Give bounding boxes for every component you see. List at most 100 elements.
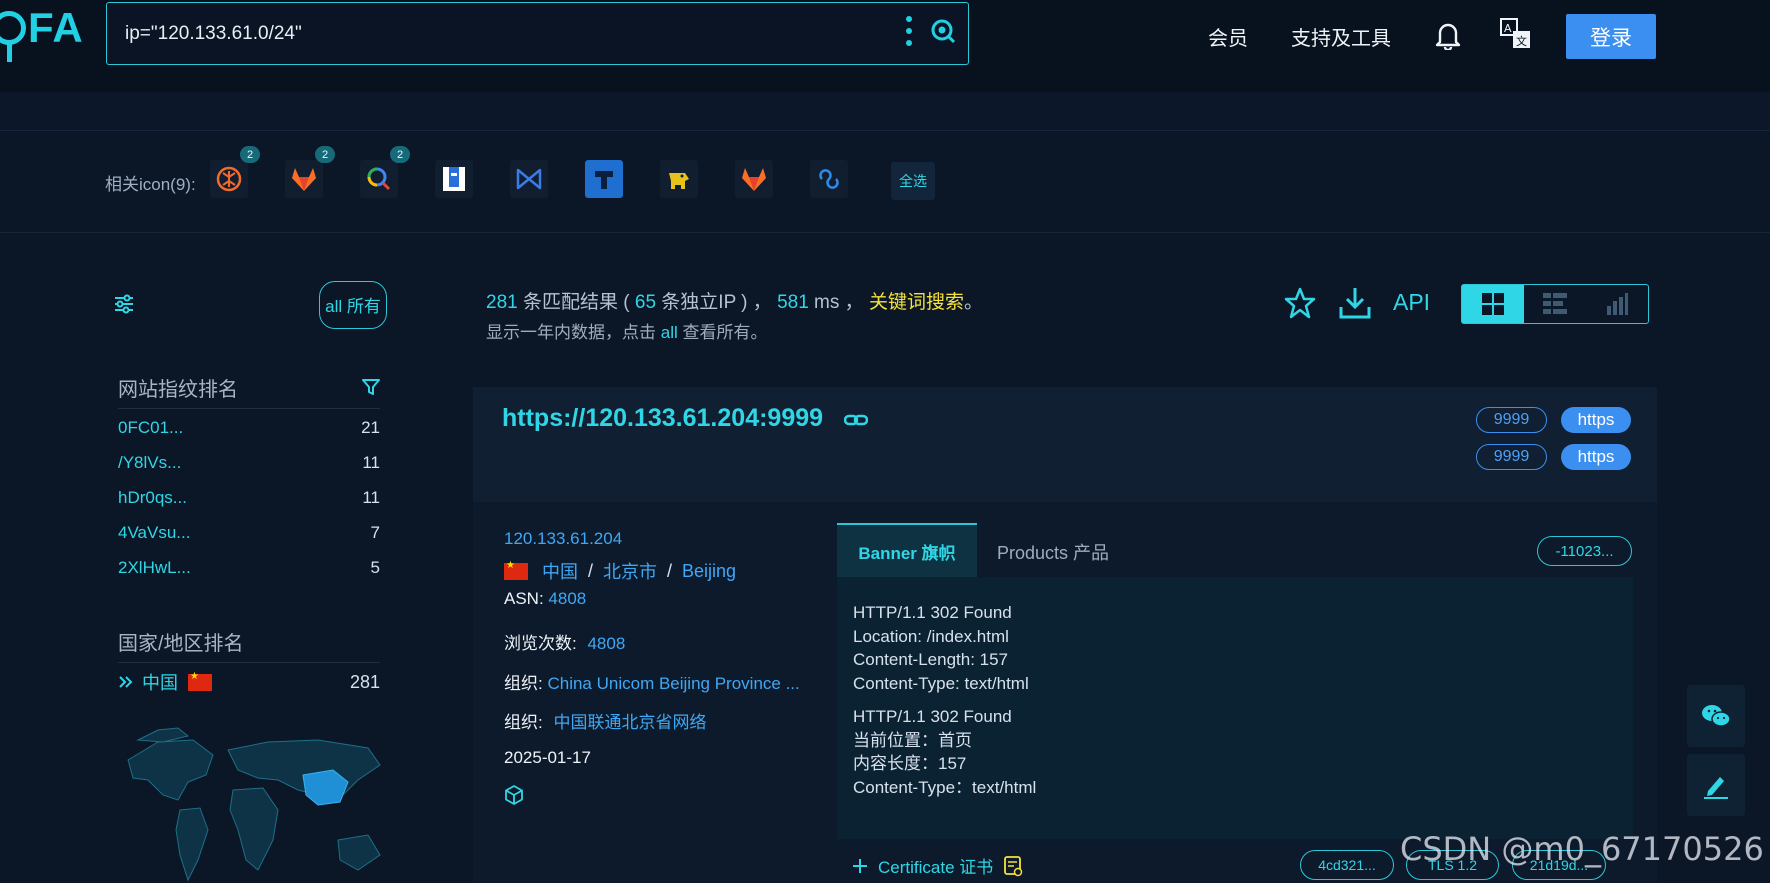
related-icon-3[interactable] [360,160,398,198]
fingerprint-name[interactable]: 2XlHwL... [118,558,191,578]
bar-chart-icon [1607,293,1628,315]
search-box[interactable] [106,2,969,65]
tab-banner[interactable]: Banner 旗帜 [837,523,977,577]
fingerprint-name[interactable]: hDr0qs... [118,488,187,508]
header-band [0,92,1770,130]
fingerprint-count: 11 [362,487,380,507]
funnel-icon[interactable] [362,378,380,396]
keyword-search-link[interactable]: 关键词搜索 [869,292,964,313]
related-icon-4[interactable] [435,160,473,198]
result-url[interactable]: https://120.133.61.204:9999 [502,404,823,433]
tree-logo-icon [216,166,242,192]
grid-view-button[interactable] [1462,285,1524,323]
link-icon[interactable] [844,412,868,428]
result-sub-stats: 显示一年内数据，点击 all 查看所有。 [486,318,767,343]
fingerprint-name[interactable]: 0FC01... [118,418,183,438]
wechat-button[interactable] [1687,685,1745,747]
bell-icon[interactable] [1434,20,1462,50]
related-icon-9[interactable] [810,160,848,198]
download-icon[interactable] [1337,285,1373,321]
cert-pill[interactable]: 4cd321... [1300,850,1394,880]
related-icon-7[interactable] [660,160,698,198]
filter-settings-icon[interactable] [113,293,135,315]
plus-icon [853,858,867,873]
icon-count-badge: 2 [240,146,260,163]
double-chevron-icon [119,676,133,688]
hash-pill[interactable]: -11023... [1537,536,1632,566]
protocol-pill[interactable]: https [1561,444,1631,470]
related-icon-2[interactable] [285,160,323,198]
fingerprint-row[interactable]: 0FC01... 21 [118,410,380,445]
unique-ip-suffix: 条独立IP ) ， [656,292,772,313]
location-city[interactable]: 北京市 [603,558,657,584]
list-view-button[interactable] [1524,285,1586,323]
views-row: 浏览次数: 4808 [504,629,625,654]
org-value-cn[interactable]: 中国联通北京省网络 [553,713,706,732]
result-ip[interactable]: 120.133.61.204 [504,529,622,549]
gitlab-icon [292,168,316,191]
cube-icon[interactable] [504,785,524,805]
divider [0,130,1770,131]
fingerprint-name[interactable]: 4VaVsu... [118,523,190,543]
search-icon[interactable] [930,18,956,44]
tab-products[interactable]: Products 产品 [997,539,1109,565]
show-all-button[interactable]: all 所有 [319,281,387,329]
fingerprint-row[interactable]: 4VaVsu... 7 [118,515,380,550]
port-pill[interactable]: 9999 [1476,407,1547,433]
sub-stats-prefix: 显示一年内数据，点击 [486,323,661,342]
location-country[interactable]: 中国 [542,558,578,584]
org-row: 组织: 中国联通北京省网络 [504,708,706,733]
port-pill[interactable]: 9999 [1476,444,1547,470]
banner-line: Content-Length: 157 [853,650,1009,669]
wechat-icon [1702,705,1731,727]
related-icon-5[interactable] [510,160,548,198]
nav-membership[interactable]: 会员 [1208,22,1248,51]
banner-line: Content-Type: text/html [853,673,1029,693]
feedback-button[interactable] [1687,754,1745,816]
search-input[interactable] [125,22,885,45]
country-name[interactable]: 中国 [142,669,178,695]
asn-value[interactable]: 4808 [548,589,586,608]
country-ranking-title: 国家/地区排名 [118,633,244,655]
asn-label: ASN: [504,589,544,608]
divider [118,662,380,663]
org-value-en[interactable]: China Unicom Beijing Province ... [547,674,799,693]
views-value[interactable]: 4808 [587,634,625,653]
api-link[interactable]: API [1393,289,1430,316]
stats-period: 。 [963,292,983,313]
banner-content: HTTP/1.1 302 Found Location: /index.html… [837,577,1633,839]
query-time: 581 [777,292,809,313]
show-all-link[interactable]: all [661,323,678,342]
logo-ring-icon [0,11,26,62]
list-icon [1543,293,1567,314]
fingerprint-row[interactable]: hDr0qs... 11 [118,480,380,515]
star-icon[interactable] [1283,286,1317,320]
related-icon-8[interactable] [735,160,773,198]
grid-icon [1482,293,1504,315]
country-row[interactable]: 中国 281 [118,667,380,697]
more-options-icon[interactable] [905,16,913,46]
related-icon-6[interactable] [585,160,623,198]
nav-support-tools[interactable]: 支持及工具 [1291,22,1391,51]
related-icon-1[interactable] [210,160,248,198]
login-button[interactable]: 登录 [1566,14,1656,59]
china-flag-icon [188,671,212,691]
fingerprint-count: 21 [361,417,380,437]
fingerprint-row[interactable]: /Y8lVs... 11 [118,445,380,480]
fofa-logo[interactable]: FA [0,4,84,62]
fingerprint-name[interactable]: /Y8lVs... [118,453,181,473]
translate-icon[interactable]: A 文 [1500,18,1532,50]
protocol-pill[interactable]: https [1561,407,1631,433]
select-all-button[interactable]: 全选 [891,162,935,200]
location-region[interactable]: Beijing [682,561,736,582]
fingerprint-row[interactable]: 2XlHwL... 5 [118,550,380,585]
result-stats: 281 条匹配结果 ( 65 条独立IP ) ， 581 ms ， 关键词搜索。 [486,287,983,314]
infinity-icon [819,169,839,189]
blue-box-icon [443,167,465,191]
unique-ip-count: 65 [634,292,657,313]
certificate-row[interactable]: Certificate 证书 [852,853,1023,878]
result-location: 中国 / 北京市 / Beijing [504,558,736,584]
certificate-label[interactable]: Certificate 证书 [878,853,993,878]
org-row: 组织: China Unicom Beijing Province ... [504,669,800,694]
chart-view-button[interactable] [1586,285,1648,323]
